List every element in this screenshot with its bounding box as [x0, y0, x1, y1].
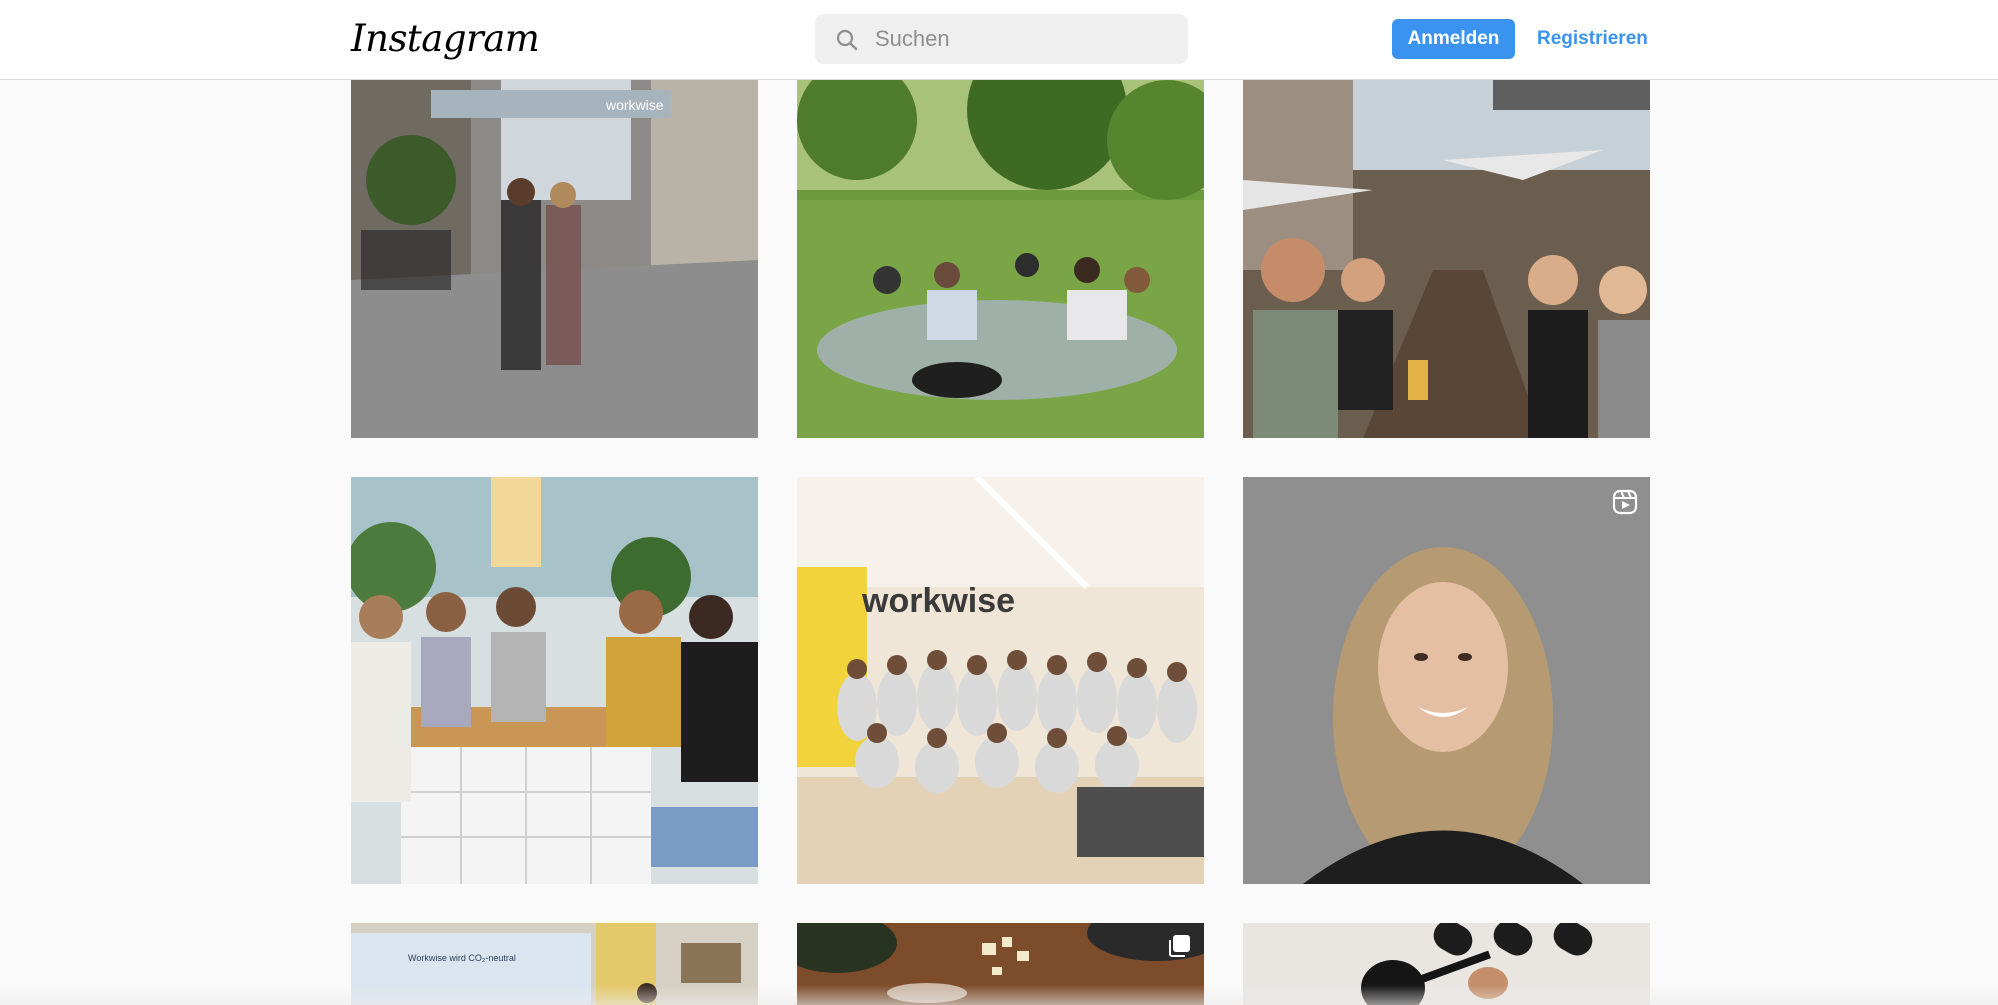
search-icon: [836, 29, 858, 51]
carousel-icon: [1169, 935, 1190, 957]
post-image: workwise: [351, 80, 758, 438]
search-box[interactable]: [815, 14, 1188, 64]
instagram-logo[interactable]: Instagram: [351, 14, 540, 64]
post-image: [797, 923, 1204, 1005]
post-tile-ladle[interactable]: [1243, 923, 1650, 1005]
post-image: [797, 80, 1204, 438]
post-image: [1243, 923, 1650, 1005]
post-tile-park-picnic[interactable]: [797, 80, 1204, 438]
post-tile-reel-portrait[interactable]: [1243, 477, 1650, 884]
reel-icon: [1612, 489, 1638, 515]
post-tile-food-carousel[interactable]: [797, 923, 1204, 1005]
post-image: [1243, 80, 1650, 438]
post-tile-presentation[interactable]: Workwise wird CO₂-neutral: [351, 923, 758, 1005]
workwise-sign-text: workwise: [861, 582, 1015, 620]
slide-title: Workwise wird CO₂-neutral: [408, 953, 516, 963]
post-tile-street-walk[interactable]: workwise: [351, 80, 758, 438]
search-input[interactable]: [875, 14, 1175, 64]
post-tile-kitchen-chat[interactable]: [351, 477, 758, 884]
register-link[interactable]: Registrieren: [1537, 19, 1648, 59]
login-button[interactable]: Anmelden: [1392, 19, 1515, 59]
post-tile-team-group[interactable]: workwise: [797, 477, 1204, 884]
post-grid: workwise workwise Workwise wird CO₂-neut…: [0, 0, 1998, 1005]
post-image: workwise: [797, 477, 1204, 884]
post-tile-beer-garden[interactable]: [1243, 80, 1650, 438]
top-navigation-bar: Instagram Anmelden Registrieren: [0, 0, 1998, 80]
banner-text: workwise: [605, 97, 664, 113]
post-image: [351, 477, 758, 884]
post-image: [1243, 477, 1650, 884]
post-image: Workwise wird CO₂-neutral: [351, 923, 758, 1005]
